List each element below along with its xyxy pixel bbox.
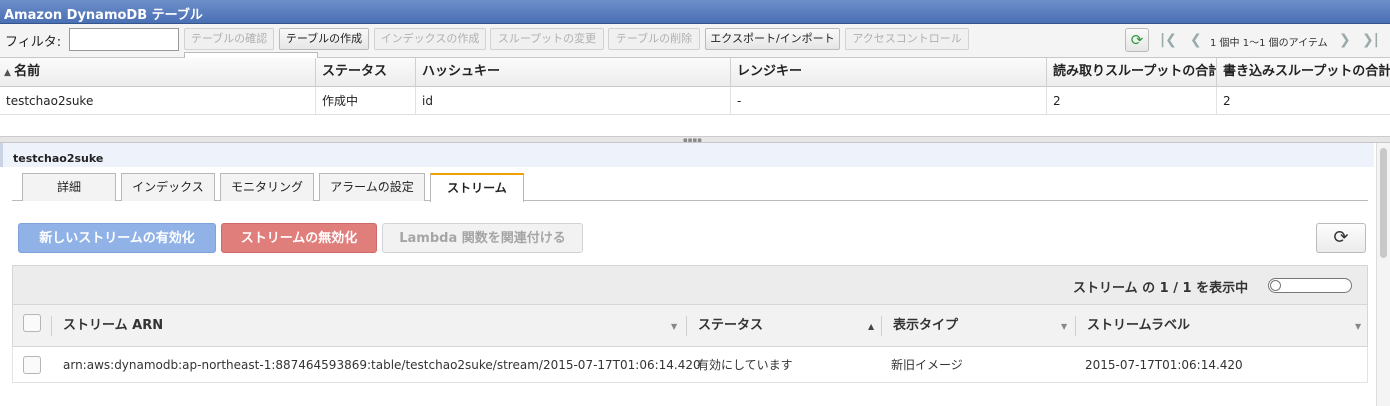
row-checkbox[interactable] (23, 356, 41, 374)
select-all-checkbox[interactable] (23, 314, 41, 332)
tab-details[interactable]: 詳細 (22, 173, 116, 201)
column-status[interactable]: ステータス (316, 58, 416, 87)
tab-indexes[interactable]: インデックス (121, 173, 215, 201)
column-write-throughput[interactable]: 書き込みスループットの合計 (1217, 58, 1390, 87)
column-stream-status[interactable]: ステータス (698, 305, 763, 347)
table-hash-key: id (416, 87, 731, 115)
tab-streams[interactable]: ストリーム (430, 173, 524, 202)
grid-empty-area (0, 115, 1390, 137)
create-table-button[interactable]: テーブルの作成 (279, 28, 369, 50)
table-write-throughput: 2 (1223, 94, 1231, 108)
column-range-key[interactable]: レンジキー (731, 58, 1047, 87)
scrollbar-thumb[interactable] (1380, 148, 1387, 258)
stream-table-header: ストリーム ARN ▼ ステータス ▲ 表示タイプ ▼ ストリームラベル ▼ (12, 305, 1368, 347)
tab-monitoring[interactable]: モニタリング (220, 173, 314, 201)
column-stream-arn[interactable]: ストリーム ARN (63, 305, 163, 347)
sort-asc-icon[interactable]: ▲ (868, 322, 874, 331)
sort-desc-icon[interactable]: ▼ (1061, 322, 1067, 331)
filter-input[interactable] (69, 28, 179, 51)
toggle-knob (1270, 280, 1281, 291)
tables-grid-header: ▲ 名前 ステータス ハッシュキー レンジキー 読み取りスループットの合計 書き… (0, 58, 1390, 87)
tabs-baseline (12, 200, 1368, 201)
header-separator (51, 316, 52, 336)
header-separator (1075, 316, 1076, 336)
table-name: testchao2suke (0, 87, 316, 115)
create-index-button[interactable]: インデックスの作成 (374, 28, 486, 50)
vertical-scrollbar[interactable] (1376, 143, 1390, 406)
header-separator (686, 316, 687, 336)
column-name[interactable]: ▲ 名前 (0, 58, 316, 87)
pager-text: 1 個中 1〜1 個のアイテム (1210, 38, 1328, 49)
refresh-icon[interactable]: ⟳ (1125, 28, 1149, 52)
table-read-throughput: 2 (1047, 87, 1217, 115)
reload-icon[interactable]: ⟳ (1316, 223, 1366, 253)
header-separator (881, 316, 882, 336)
view-toggle[interactable] (1268, 278, 1352, 293)
tab-alarms[interactable]: アラームの設定 (319, 173, 425, 201)
filter-label: フィルタ: (5, 35, 62, 50)
prev-page-icon[interactable]: ❮ (1190, 32, 1202, 48)
export-import-button[interactable]: エクスポート/インポート (705, 28, 840, 50)
enable-stream-button[interactable]: 新しいストリームの有効化 (18, 223, 216, 253)
stream-list-bar: ストリーム の 1 / 1 を表示中 (12, 265, 1368, 305)
disable-stream-button[interactable]: ストリームの無効化 (221, 223, 377, 253)
detail-header: testchao2suke (0, 143, 1374, 167)
first-page-icon[interactable]: |❮ (1160, 32, 1177, 48)
column-view-type[interactable]: 表示タイプ (893, 305, 958, 347)
sort-desc-icon[interactable]: ▼ (1355, 322, 1361, 331)
stream-count: ストリーム の 1 / 1 を表示中 (1073, 281, 1249, 296)
window-title: Amazon DynamoDB テーブル (0, 0, 1390, 24)
associate-lambda-button[interactable]: Lambda 関数を関連付ける (382, 223, 583, 253)
stream-arn: arn:aws:dynamodb:ap-northeast-1:88746459… (63, 358, 701, 372)
column-read-throughput[interactable]: 読み取りスループットの合計 (1047, 58, 1217, 87)
stream-status: 有効にしています (697, 358, 793, 372)
access-control-button[interactable]: アクセスコントロール (845, 28, 969, 50)
table-row[interactable]: testchao2suke 作成中 id - 2 2 (0, 87, 1390, 115)
table-row[interactable]: arn:aws:dynamodb:ap-northeast-1:88746459… (12, 347, 1368, 383)
delete-table-button[interactable]: テーブルの削除 (608, 28, 700, 50)
table-range-key: - (731, 87, 1047, 115)
stream-view-type: 新旧イメージ (891, 358, 963, 372)
modify-throughput-button[interactable]: スループットの変更 (490, 28, 604, 50)
next-page-icon[interactable]: ❯ (1339, 32, 1351, 48)
column-stream-label[interactable]: ストリームラベル (1087, 305, 1190, 347)
toolbar: フィルタ: テーブルの確認 テーブルの作成 インデックスの作成 スループットの変… (0, 24, 1390, 58)
table-status: 作成中 (316, 87, 416, 115)
detail-title: testchao2suke (13, 152, 104, 165)
view-table-button[interactable]: テーブルの確認 (184, 28, 274, 50)
sort-asc-icon: ▲ (4, 68, 15, 78)
last-page-icon[interactable]: ❯| (1362, 32, 1379, 48)
sort-desc-icon[interactable]: ▼ (671, 322, 677, 331)
column-hash-key[interactable]: ハッシュキー (416, 58, 731, 87)
stream-label: 2015-07-17T01:06:14.420 (1085, 358, 1243, 372)
